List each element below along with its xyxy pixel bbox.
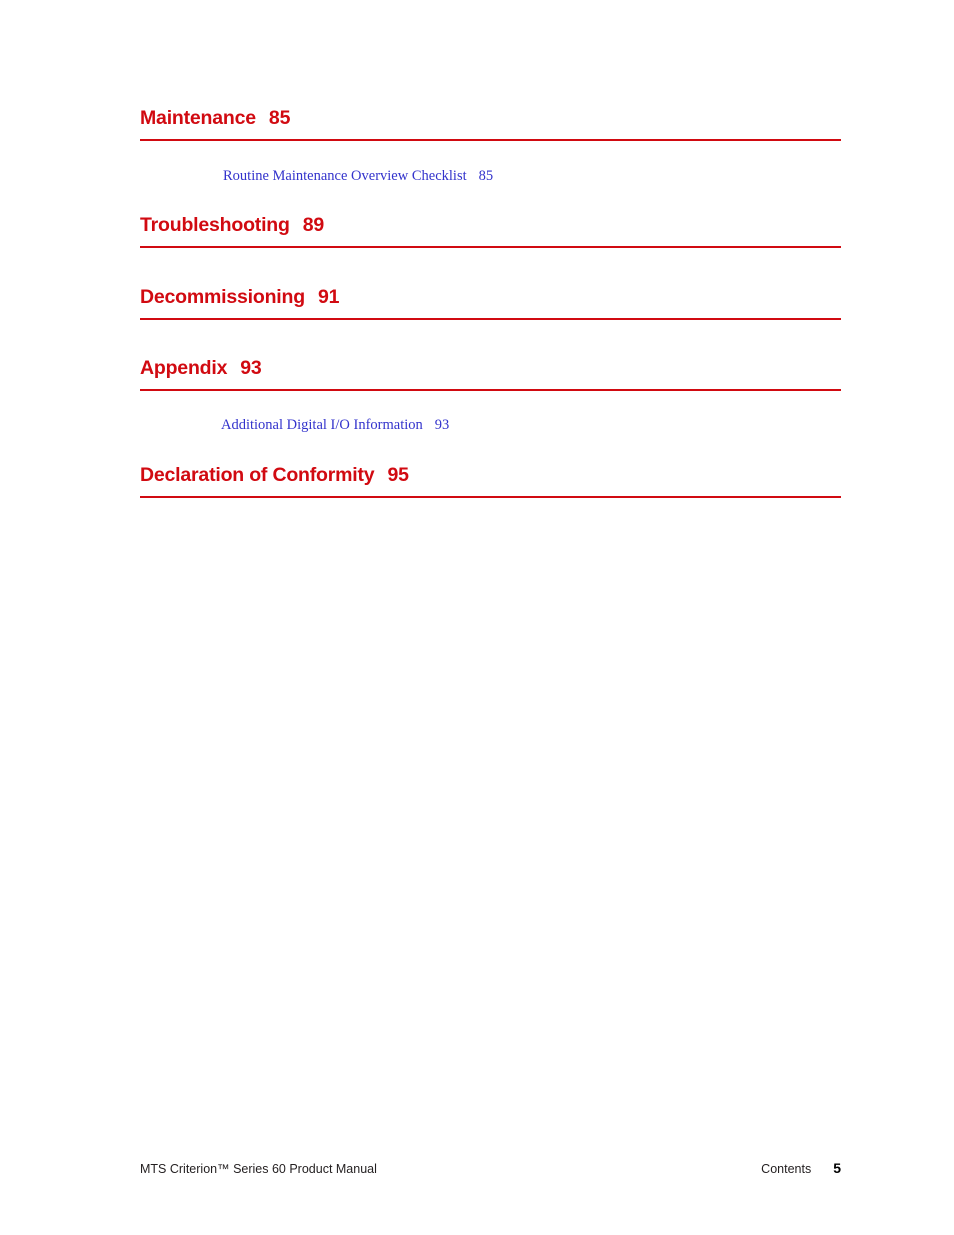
toc-entry-troubleshooting[interactable]: Troubleshooting 89 bbox=[140, 214, 325, 236]
toc-subentry-title: Additional Digital I/O Information bbox=[221, 417, 423, 433]
toc-heading-page: 85 bbox=[268, 107, 291, 129]
toc-subentry-page: 85 bbox=[478, 168, 494, 184]
footer-manual-title: MTS Criterion™ Series 60 Product Manual bbox=[140, 1162, 377, 1176]
toc-heading-page: 89 bbox=[302, 214, 325, 236]
toc-heading: Appendix 93 bbox=[140, 357, 262, 379]
toc-subentry-additional-digital-io-information[interactable]: Additional Digital I/O Information 93 bbox=[221, 418, 449, 433]
footer-page-number: 5 bbox=[833, 1160, 841, 1176]
toc-heading-page: 95 bbox=[387, 464, 409, 486]
footer-right-group: Contents 5 bbox=[761, 1160, 841, 1176]
toc-heading-title: Troubleshooting bbox=[140, 214, 290, 236]
toc-subentry-title: Routine Maintenance Overview Checklist bbox=[223, 168, 467, 184]
footer-section-label: Contents bbox=[761, 1162, 812, 1176]
toc-entry-maintenance[interactable]: Maintenance 85 bbox=[140, 107, 291, 129]
toc-heading: Troubleshooting 89 bbox=[140, 214, 325, 236]
toc-heading: Decommissioning 91 bbox=[140, 286, 340, 308]
toc-entry-appendix[interactable]: Appendix 93 bbox=[140, 357, 262, 379]
toc-entry-decommissioning[interactable]: Decommissioning 91 bbox=[140, 286, 340, 308]
toc-subentry-routine-maintenance-overview-checklist[interactable]: Routine Maintenance Overview Checklist 85 bbox=[223, 169, 493, 184]
toc-entry-declaration-of-conformity[interactable]: Declaration of Conformity 95 bbox=[140, 464, 409, 486]
toc-divider-rule bbox=[140, 318, 841, 320]
toc-heading-page: 91 bbox=[317, 286, 340, 308]
toc-heading-title: Decommissioning bbox=[140, 286, 305, 308]
page-footer: MTS Criterion™ Series 60 Product Manual … bbox=[140, 1160, 841, 1176]
toc-divider-rule bbox=[140, 246, 841, 248]
toc-heading-page: 93 bbox=[240, 357, 262, 379]
toc-heading-title: Declaration of Conformity bbox=[140, 464, 375, 486]
toc-divider-rule bbox=[140, 139, 841, 141]
toc-heading-title: Maintenance bbox=[140, 107, 256, 129]
toc-subentry-page: 93 bbox=[434, 417, 450, 433]
toc-divider-rule bbox=[140, 496, 841, 498]
toc-heading-title: Appendix bbox=[140, 357, 228, 379]
document-page: Maintenance 85 Routine Maintenance Overvi… bbox=[0, 0, 954, 1235]
toc-heading: Maintenance 85 bbox=[140, 107, 291, 129]
toc-heading: Declaration of Conformity 95 bbox=[140, 464, 409, 486]
toc-divider-rule bbox=[140, 389, 841, 391]
